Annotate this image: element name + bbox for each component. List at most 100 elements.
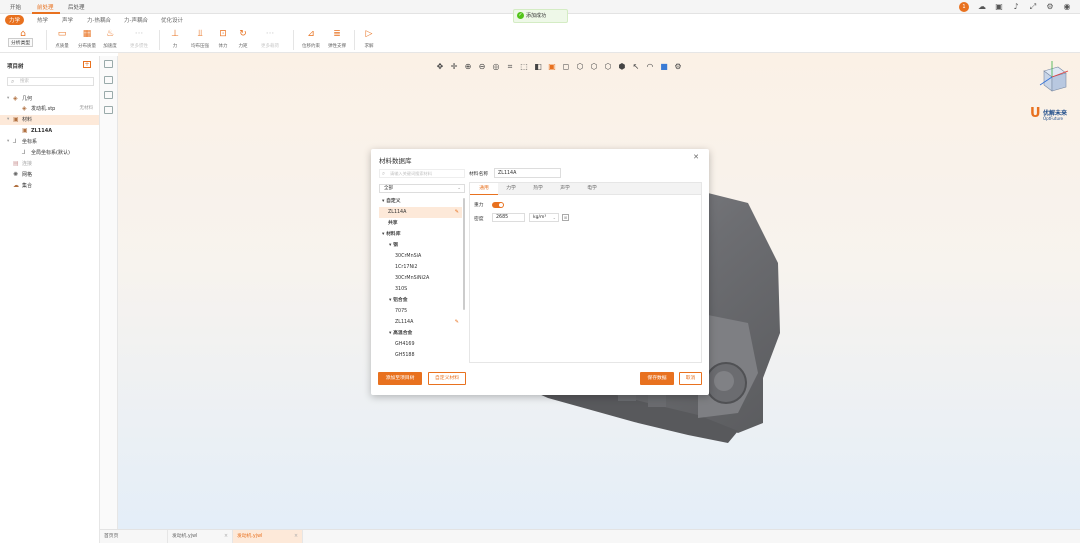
select-box-icon[interactable]: ⬚: [518, 61, 530, 73]
material-group-shared[interactable]: 共享: [379, 218, 462, 229]
material-item[interactable]: GH5188: [379, 350, 462, 361]
subtab-mechanics[interactable]: 力学: [5, 15, 25, 25]
list-scrollbar[interactable]: [463, 198, 465, 310]
material-item[interactable]: ZL114A ✎: [379, 207, 462, 218]
material-item[interactable]: 310S: [379, 284, 462, 295]
tree-item-geometry[interactable]: ▾ ◈ 几何: [0, 94, 99, 104]
fullscreen-icon[interactable]: ⤢: [1028, 2, 1038, 12]
tree-item-connection[interactable]: ▤ 连接: [0, 159, 99, 169]
view-cube[interactable]: [1034, 59, 1070, 95]
tab-document-active[interactable]: 发动机.yjwl ×: [233, 530, 303, 543]
pan-icon[interactable]: ✛: [448, 61, 460, 73]
top-view-icon[interactable]: ⬡: [588, 61, 600, 73]
material-item[interactable]: GH4169: [379, 339, 462, 350]
material-item[interactable]: ZL114A ✎: [379, 317, 462, 328]
subtab-optimization[interactable]: 优化设计: [161, 16, 183, 24]
bell-icon[interactable]: ♪: [1011, 2, 1021, 12]
section-icon[interactable]: ▣: [546, 61, 558, 73]
material-subgroup-aluminum[interactable]: ▾ 铝合金: [379, 295, 462, 306]
subtab-thermal[interactable]: 热学: [37, 16, 48, 24]
tab-thermal[interactable]: 热学: [524, 183, 552, 195]
tab-document[interactable]: 发动机.yjwl ×: [168, 530, 233, 543]
material-group-library[interactable]: ▾ 材料库: [379, 229, 462, 240]
tree-item-zl114a[interactable]: ▣ ZL114A: [0, 126, 99, 136]
iso-view-icon[interactable]: ⬡: [574, 61, 586, 73]
tree-item-global-coord[interactable]: ⅃ 全局坐标系(默认): [0, 148, 99, 158]
solve-button[interactable]: ▷ 求解: [356, 28, 382, 52]
edit-icon[interactable]: ✎: [455, 207, 459, 218]
zoom-out-icon[interactable]: ⊖: [476, 61, 488, 73]
material-name-input[interactable]: ZL114A: [494, 168, 561, 178]
tab-postprocess[interactable]: 后处理: [68, 3, 85, 11]
material-filter-select[interactable]: 全部 ⌄: [379, 184, 465, 193]
tree-search-input[interactable]: ⌕ 搜索: [7, 77, 94, 86]
tree-item-set[interactable]: ☁ 集合: [0, 181, 99, 191]
subtab-acoustic-coupling[interactable]: 力-声耦合: [124, 16, 148, 24]
user-avatar-icon[interactable]: ◉: [1062, 2, 1072, 12]
subtab-acoustic[interactable]: 声学: [62, 16, 73, 24]
material-item[interactable]: 30CrMnSiNi2A: [379, 273, 462, 284]
material-subgroup-superalloy[interactable]: ▾ 高温合金: [379, 328, 462, 339]
tree-item-part[interactable]: ◈ 发动机.stp 无材料: [0, 104, 99, 114]
displacement-button[interactable]: ⊿ 位移约束: [298, 28, 324, 52]
save-icon[interactable]: ▣: [994, 2, 1004, 12]
moment-button[interactable]: ↻ 力矩: [230, 28, 256, 52]
edit-icon[interactable]: ✎: [455, 317, 459, 328]
add-icon[interactable]: +: [83, 61, 91, 68]
zoom-window-icon[interactable]: ⌗: [504, 61, 516, 73]
panel-icon[interactable]: [104, 60, 113, 68]
material-subgroup-steel[interactable]: ▾ 钢: [379, 240, 462, 251]
tree-item-material[interactable]: ▾ ▣ 材料: [0, 115, 99, 125]
more-inertia-button[interactable]: ··· 更多惯性: [126, 28, 152, 52]
tab-start[interactable]: 开始: [10, 3, 21, 11]
subtab-thermal-coupling[interactable]: 力-热耦合: [87, 16, 111, 24]
tab-home[interactable]: 首页页: [100, 530, 168, 543]
close-tab-icon[interactable]: ×: [224, 530, 228, 543]
tree-item-mesh[interactable]: ✺ 网格: [0, 170, 99, 180]
density-unit-select[interactable]: kg/m³ ⌄: [529, 213, 559, 222]
zoom-in-icon[interactable]: ⊕: [462, 61, 474, 73]
settings-view-icon[interactable]: ⚙: [672, 61, 684, 73]
tab-general[interactable]: 通用: [470, 183, 498, 195]
material-group-custom[interactable]: ▾ 自定义: [379, 196, 462, 207]
rotate-icon[interactable]: ✥: [434, 61, 446, 73]
calculator-icon[interactable]: ⊞: [562, 214, 569, 221]
tab-acoustic[interactable]: 声学: [551, 183, 579, 195]
point-mass-button[interactable]: ▭ 点质量: [49, 28, 75, 52]
add-to-tree-button[interactable]: 添加至项目树: [378, 372, 422, 385]
material-search-input[interactable]: ⌕ 请输入关键词搜索材料: [379, 169, 465, 178]
settings-icon[interactable]: ⚙: [1045, 2, 1055, 12]
tab-preprocess[interactable]: 前处理: [37, 3, 54, 11]
cancel-button[interactable]: 取消: [679, 372, 702, 385]
notification-badge-icon[interactable]: 1: [959, 2, 969, 12]
more-loads-button[interactable]: ··· 更多载荷: [257, 28, 283, 52]
gravity-toggle[interactable]: [492, 202, 504, 208]
analysis-type-dropdown[interactable]: 分析类型: [8, 38, 34, 47]
force-button[interactable]: ⊥ 力: [162, 28, 188, 52]
elastic-support-button[interactable]: ≣ 弹性支撑: [324, 28, 350, 52]
custom-material-button[interactable]: 自定义材料: [428, 372, 466, 385]
acceleration-button[interactable]: ♨ 加速度: [97, 28, 123, 52]
panel-icon[interactable]: [104, 76, 113, 84]
tree-item-coordinate[interactable]: ▾ ⅃ 坐标系: [0, 137, 99, 147]
display-mode-icon[interactable]: ■: [658, 61, 670, 73]
close-icon[interactable]: ✕: [693, 153, 699, 161]
fit-view-icon[interactable]: ◎: [490, 61, 502, 73]
panel-icon[interactable]: [104, 106, 113, 114]
left-view-icon[interactable]: ⬢: [616, 61, 628, 73]
material-item[interactable]: 1Cr17Ni2: [379, 262, 462, 273]
material-item[interactable]: 30CrMnSiA: [379, 251, 462, 262]
view-cube-menu-icon[interactable]: ◧: [532, 61, 544, 73]
density-input[interactable]: 2685: [492, 213, 525, 222]
cursor-icon[interactable]: ↖: [630, 61, 642, 73]
cloud-icon[interactable]: ☁: [977, 2, 987, 12]
tab-electrical[interactable]: 电学: [578, 183, 606, 195]
panel-icon[interactable]: [104, 91, 113, 99]
close-tab-icon[interactable]: ×: [294, 530, 298, 543]
right-view-icon[interactable]: ⬡: [602, 61, 614, 73]
measure-icon[interactable]: ◠: [644, 61, 656, 73]
tab-mechanics[interactable]: 力学: [497, 183, 525, 195]
material-item[interactable]: 7075: [379, 306, 462, 317]
save-data-button[interactable]: 保存数据: [640, 372, 674, 385]
front-view-icon[interactable]: ◻: [560, 61, 572, 73]
